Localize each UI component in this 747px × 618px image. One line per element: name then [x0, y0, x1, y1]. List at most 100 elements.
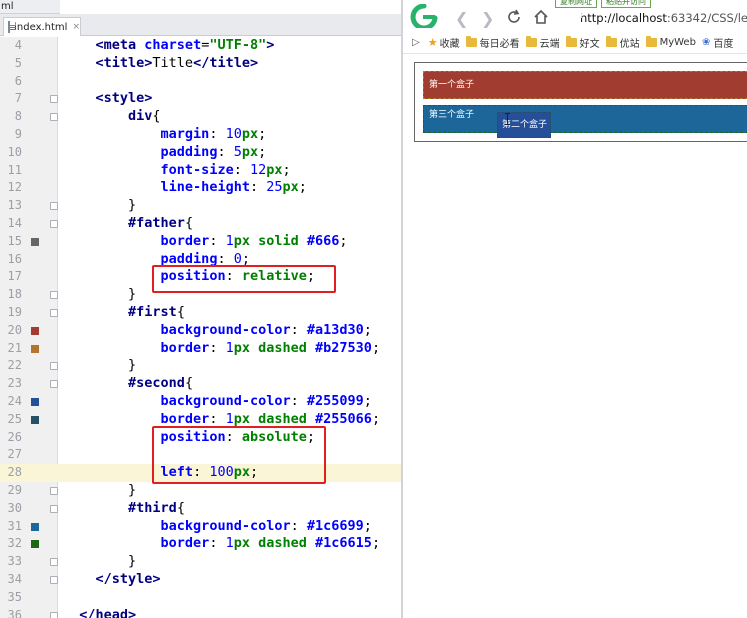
code-text: background-color: #a13d30; [63, 322, 372, 340]
code-text: #third{ [63, 500, 185, 518]
code-line[interactable]: 22 } [0, 357, 401, 375]
code-line[interactable]: 4 <meta charset="UTF-8"> [0, 37, 401, 55]
code-token-plain: : [249, 179, 267, 196]
forward-icon[interactable]: ❯ [481, 9, 494, 28]
bookmark-item[interactable]: 每日必看 [465, 35, 520, 50]
code-line[interactable]: 6 [0, 73, 401, 91]
line-number: 16 [7, 251, 22, 266]
code-editor[interactable]: ml index.html × 4 <meta charset="UTF-8">… [0, 0, 401, 618]
code-token-prop: border [160, 535, 210, 552]
code-line[interactable]: 34 </style> [0, 571, 401, 589]
tab-index-html[interactable]: index.html × [3, 17, 81, 36]
fold-marker-icon[interactable] [50, 504, 58, 513]
code-token-prop: background-color [160, 517, 291, 534]
code-line[interactable]: 14 #father{ [0, 215, 401, 233]
code-line[interactable]: 9 margin: 10px; [0, 126, 401, 144]
line-number: 24 [7, 394, 22, 408]
code-token-plain: : [233, 161, 250, 178]
line-number: 17 [7, 269, 22, 284]
code-line[interactable]: 20 background-color: #a13d30; [0, 322, 401, 340]
code-line[interactable]: 21 border: 1px dashed #b27530; [0, 340, 401, 358]
code-line[interactable]: 5 <title>Title</title> [0, 55, 401, 73]
address-bar[interactable]: http://localhost :63342/CSS/less [575, 9, 747, 27]
code-line[interactable]: 10 padding: 5px; [0, 144, 401, 162]
code-token-plain: : [290, 393, 307, 409]
code-token-num: 1 [225, 535, 234, 552]
code-text: } [63, 482, 136, 500]
code-line[interactable]: 29 } [0, 482, 401, 500]
code-line[interactable]: 30 #third{ [0, 500, 401, 518]
fold-marker-icon[interactable] [50, 220, 58, 228]
code-token-prop: background-color [160, 321, 291, 338]
code-token-tag: </head> [79, 606, 137, 618]
code-line[interactable]: 35 [0, 589, 401, 607]
code-text: margin: 10px; [63, 126, 267, 144]
color-swatch-icon[interactable] [31, 344, 39, 353]
code-text: background-color: #255099; [63, 393, 372, 411]
fold-marker-icon[interactable] [50, 113, 58, 122]
bookmark-item[interactable]: ★ 收藏 [428, 35, 460, 50]
fold-marker-icon[interactable] [50, 487, 58, 495]
color-swatch-icon[interactable] [31, 522, 39, 531]
fold-marker-icon[interactable] [50, 95, 58, 104]
fold-marker-icon[interactable] [50, 309, 58, 317]
code-line[interactable]: 33 } [0, 553, 401, 571]
code-line[interactable]: 15 border: 1px solid #666; [0, 233, 401, 251]
reload-icon[interactable] [506, 9, 522, 25]
color-swatch-icon[interactable] [31, 237, 39, 246]
fold-marker-icon[interactable] [50, 380, 58, 389]
code-line[interactable]: 23 #second{ [0, 375, 401, 393]
color-swatch-icon[interactable] [31, 415, 39, 424]
close-icon[interactable]: × [72, 22, 80, 32]
code-token-plain: : [209, 339, 226, 356]
code-line[interactable]: 31 background-color: #1c6699; [0, 518, 401, 536]
code-line[interactable]: 32 border: 1px dashed #1c6615; [0, 535, 401, 553]
code-line[interactable]: 12 line-height: 25px; [0, 179, 401, 197]
fold-marker-icon[interactable] [50, 576, 58, 584]
fold-marker-icon[interactable] [50, 202, 58, 211]
code-line[interactable]: 36 </head> [0, 607, 401, 618]
code-token-hex: #255066 [315, 410, 372, 427]
line-number: 4 [14, 38, 22, 52]
bookmark-item[interactable]: 好文 [565, 35, 600, 50]
code-token-plain: { [152, 108, 161, 125]
line-number: 33 [7, 554, 22, 569]
code-area[interactable]: 4 <meta charset="UTF-8"> 5 <title>Title</… [0, 37, 401, 618]
bookmark-label: 好文 [579, 39, 600, 50]
home-icon[interactable] [533, 9, 549, 25]
color-swatch-icon[interactable] [31, 398, 39, 406]
code-line[interactable]: 24 background-color: #255099; [0, 393, 401, 411]
code-line[interactable]: 19 #first{ [0, 304, 401, 322]
color-swatch-icon[interactable] [31, 326, 39, 335]
code-token-sel: #father [128, 215, 185, 231]
fold-marker-icon[interactable] [50, 611, 58, 618]
bookmark-item[interactable]: MyWeb [645, 36, 696, 48]
line-number: 22 [7, 358, 22, 373]
color-swatch-icon[interactable] [31, 540, 39, 549]
code-token-plain: : [217, 143, 234, 160]
code-token-plain: : [209, 126, 226, 142]
sidebar-toggle-icon[interactable]: ▷ [412, 37, 420, 48]
code-line[interactable]: 13 } [0, 197, 401, 215]
fold-marker-icon[interactable] [50, 362, 58, 371]
back-icon[interactable]: ❮ [455, 9, 468, 28]
bookmark-item[interactable]: 云端 [525, 35, 560, 50]
fold-marker-icon[interactable] [50, 291, 58, 300]
folder-icon [565, 36, 577, 47]
line-number: 14 [7, 216, 22, 230]
bookmark-item[interactable]: ❀ 百度 [702, 35, 733, 50]
fold-marker-icon[interactable] [50, 558, 58, 567]
code-line[interactable]: 8 div{ [0, 108, 401, 126]
code-line[interactable]: 7 <style> [0, 90, 401, 108]
folder-icon [645, 36, 657, 47]
code-token-plain: } [63, 357, 137, 374]
browser-logo-icon [410, 4, 438, 28]
code-token-prop: background-color [160, 393, 291, 409]
bookmark-item[interactable]: 优站 [605, 35, 640, 50]
code-token-prop: line-height [160, 179, 250, 196]
code-line[interactable]: 11 font-size: 12px; [0, 162, 401, 180]
